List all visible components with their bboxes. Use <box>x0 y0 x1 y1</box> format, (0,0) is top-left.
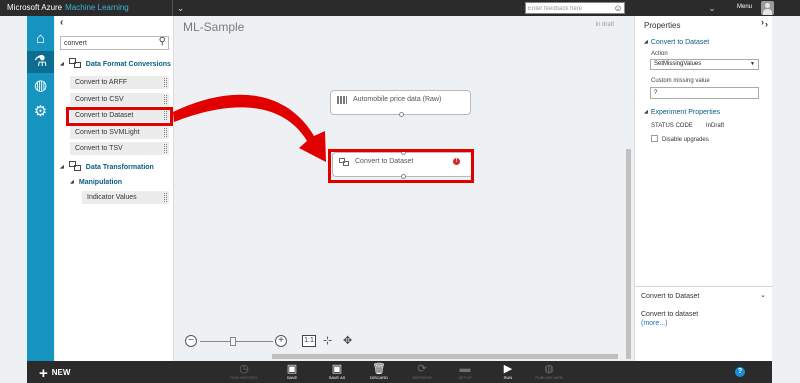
azure-ml-studio: Microsoft AzureMachine Learning ⌄ ☺ ⌄ Me… <box>0 0 800 383</box>
callout-arrow <box>173 94 326 162</box>
curved-arrow-icon <box>173 94 326 162</box>
